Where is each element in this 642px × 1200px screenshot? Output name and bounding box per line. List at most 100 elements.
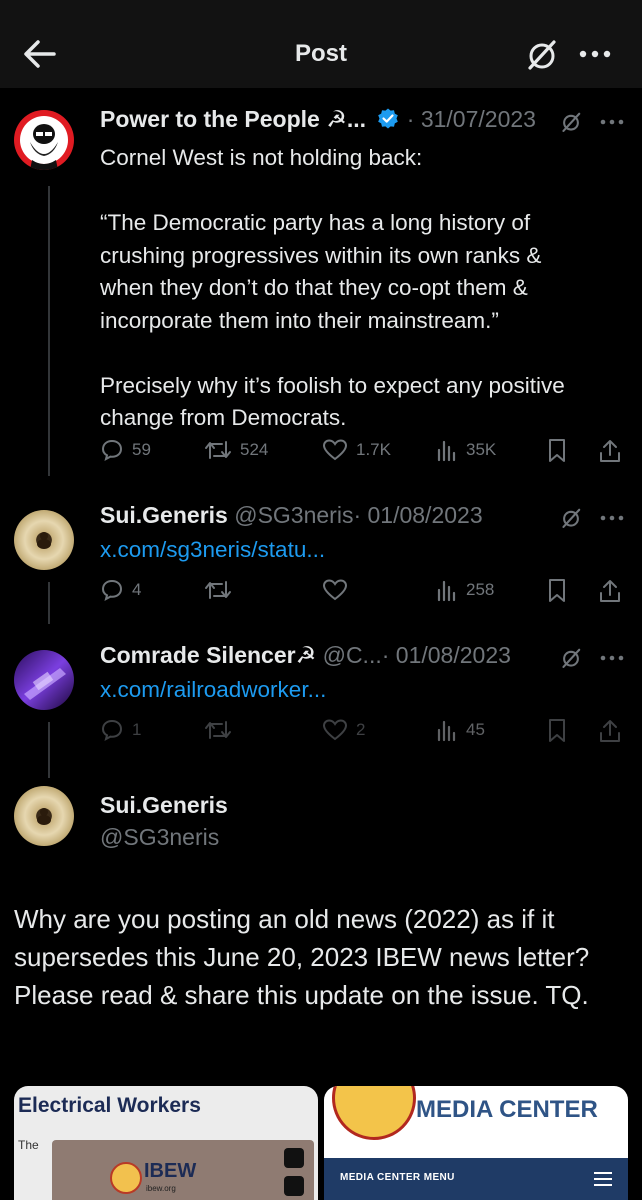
tweet-actions: 59 524 1.7K 35K [100, 438, 630, 468]
author-name[interactable]: Comrade Silencer☭ [100, 642, 316, 668]
reply-button[interactable]: 4 [100, 578, 141, 602]
tweet-header: Comrade Silencer☭ @C...· 01/08/2023 [100, 642, 511, 669]
share-button[interactable] [598, 718, 622, 744]
grok-icon[interactable] [560, 506, 582, 530]
tweet-line: incorporate them into their mainstream.” [100, 307, 499, 333]
verified-badge-icon [378, 108, 399, 129]
tweet-actions: 1 2 45 [100, 718, 630, 748]
tweet-link[interactable]: x.com/railroadworker... [100, 677, 326, 702]
share-icon [600, 440, 620, 462]
reply-icon [101, 719, 123, 741]
link-card[interactable]: Electrical Workers The IBEW ibew.org [14, 1086, 318, 1200]
bookmark-button[interactable] [546, 718, 568, 744]
card-menu-label: MEDIA CENTER MENU [340, 1172, 455, 1183]
avatar[interactable] [14, 510, 74, 570]
tweet-line [100, 337, 630, 370]
bookmark-icon [549, 719, 565, 742]
repost-button[interactable]: 524 [204, 438, 268, 462]
views-count: 45 [466, 720, 485, 739]
tweet-line: “The Democratic party has a long history… [100, 210, 531, 235]
tweet-line: when they don’t do that they co-opt them… [100, 275, 528, 300]
link-card[interactable]: MEDIA CENTER MEDIA CENTER MENU [324, 1086, 628, 1200]
tweet-actions: 4 258 [100, 578, 630, 608]
post-date: · 01/08/2023 [353, 502, 483, 528]
reply-count: 59 [132, 440, 151, 459]
reply-icon [101, 439, 123, 461]
hamburger-icon[interactable] [594, 1172, 612, 1186]
heart-icon [322, 579, 348, 601]
reply-button[interactable]: 59 [100, 438, 151, 462]
bookmark-card-icon[interactable] [284, 1148, 304, 1168]
views-count: 258 [466, 580, 495, 599]
views-count: 35K [466, 440, 497, 459]
clock-card-icon[interactable] [284, 1176, 304, 1196]
author-handle[interactable]: @SG3neris [100, 824, 219, 851]
more-icon[interactable] [600, 654, 624, 662]
heart-icon [322, 719, 348, 741]
tweet-header: Sui.Generis @SG3neris· 01/08/2023 [100, 502, 483, 529]
views-button[interactable]: 258 [436, 578, 494, 602]
tweet-meta [560, 506, 624, 530]
author-handle[interactable]: @C... [323, 642, 382, 668]
bookmark-button[interactable] [546, 438, 568, 464]
share-button[interactable] [598, 578, 622, 604]
views-icon [437, 580, 456, 602]
tweet-text: x.com/railroadworker... [100, 674, 630, 707]
repost-icon [205, 721, 231, 739]
avatar[interactable] [14, 110, 74, 170]
tweet-line: Precisely why it’s foolish to expect any… [100, 372, 565, 398]
heart-icon [322, 439, 348, 461]
bookmark-icon [549, 579, 565, 602]
like-button[interactable]: 1.7K [322, 438, 391, 462]
like-count: 1.7K [356, 440, 391, 459]
main-tweet-text: Why are you posting an old news (2022) a… [14, 904, 590, 1010]
tweet-meta [560, 646, 624, 670]
repost-icon [205, 581, 231, 599]
like-button[interactable]: 2 [322, 718, 365, 742]
reply-icon [101, 579, 123, 601]
avatar[interactable] [14, 786, 74, 846]
card-subtext: The [18, 1138, 39, 1152]
reply-button[interactable]: 1 [100, 718, 141, 742]
tweet-link[interactable]: x.com/sg3neris/statu... [100, 537, 325, 562]
repost-button[interactable] [204, 578, 232, 602]
author-name[interactable]: Sui.Generis [100, 792, 228, 819]
bookmark-icon [549, 439, 565, 462]
like-count: 2 [356, 720, 366, 739]
grok-icon[interactable] [560, 646, 582, 670]
repost-icon [205, 441, 231, 459]
more-icon[interactable] [600, 514, 624, 522]
repost-button[interactable] [204, 718, 232, 742]
views-icon [437, 720, 456, 742]
tweet-line: Cornel West is not holding back: [100, 145, 423, 170]
seal-icon [332, 1086, 416, 1140]
grok-icon[interactable] [560, 110, 582, 134]
views-icon [437, 440, 456, 462]
share-icon [600, 720, 620, 742]
ibew-logo-icon [110, 1162, 142, 1194]
views-button[interactable]: 35K [436, 438, 496, 462]
thread-line [48, 186, 50, 476]
like-button[interactable] [322, 578, 348, 602]
tweet-text: Cornel West is not holding back: “The De… [100, 142, 630, 435]
share-icon [600, 580, 620, 602]
author-handle[interactable]: @SG3neris [234, 502, 353, 528]
views-button[interactable]: 45 [436, 718, 485, 742]
more-icon[interactable] [600, 118, 624, 126]
share-button[interactable] [598, 438, 622, 464]
post-date: · 31/07/2023 [406, 106, 536, 132]
more-icon[interactable] [578, 44, 612, 64]
top-bar: Post [0, 0, 642, 88]
tweet-header: Power to the People ☭... · 31/07/2023 [100, 106, 536, 133]
avatar[interactable] [14, 650, 74, 710]
author-name[interactable]: Power to the People ☭... [100, 106, 366, 132]
card-menu-bar[interactable]: MEDIA CENTER MENU [324, 1158, 628, 1200]
card-logo-subtext: ibew.org [146, 1184, 176, 1193]
card-image: IBEW ibew.org [52, 1140, 314, 1200]
tweet-line: change from Democrats. [100, 405, 347, 430]
bookmark-button[interactable] [546, 578, 568, 604]
tweet-line [100, 175, 630, 208]
author-name[interactable]: Sui.Generis [100, 502, 228, 528]
card-heading: Electrical Workers [18, 1094, 201, 1117]
grok-icon[interactable] [526, 38, 558, 72]
